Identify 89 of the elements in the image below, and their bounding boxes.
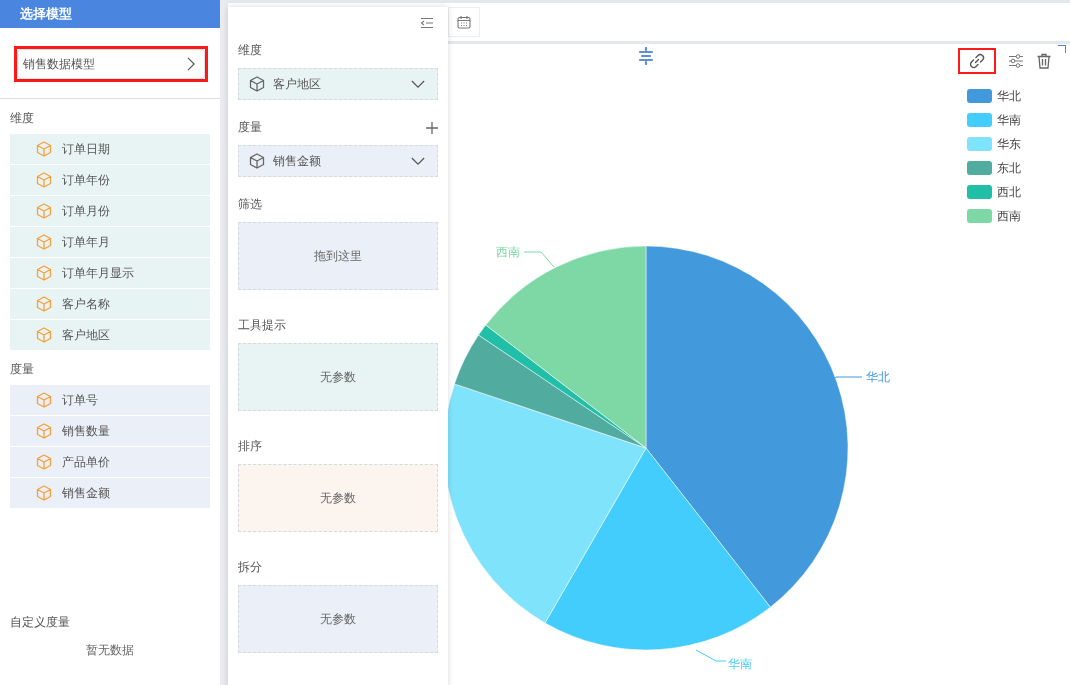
section-title: 排序 <box>238 438 262 455</box>
section-title: 维度 <box>9 110 35 127</box>
drop-zone[interactable]: 无参数 <box>238 585 438 653</box>
model-select-button[interactable]: 销售数据模型 <box>17 49 205 79</box>
dropdown-field[interactable]: 销售金额 <box>238 145 438 177</box>
field-name: 订单月份 <box>62 202 110 220</box>
link-icon <box>969 53 985 69</box>
field-item[interactable]: 客户地区 <box>10 320 210 350</box>
legend-item[interactable]: 东北 <box>967 159 1021 177</box>
field-item[interactable]: 销售金额 <box>10 478 210 508</box>
field-item[interactable]: 订单号 <box>10 385 210 415</box>
cube-icon <box>249 76 265 92</box>
cube-icon <box>36 454 52 470</box>
drop-zone[interactable]: 无参数 <box>238 343 438 411</box>
cube-icon <box>36 327 52 343</box>
legend-item[interactable]: 西北 <box>967 183 1021 201</box>
empty-text: 暂无数据 <box>85 642 135 659</box>
dropdown-field[interactable]: 客户地区 <box>238 68 438 100</box>
section-title: 工具提示 <box>238 317 286 334</box>
cube-icon <box>36 485 52 501</box>
collapse-icon[interactable] <box>420 17 434 29</box>
legend-item[interactable]: 华南 <box>967 111 1021 129</box>
leader-line <box>523 251 555 268</box>
field-name: 订单年份 <box>62 171 110 189</box>
section-title: 拆分 <box>238 559 262 576</box>
legend-label: 华东 <box>997 135 1021 153</box>
field-item[interactable]: 订单日期 <box>10 134 210 164</box>
field-item[interactable]: 订单月份 <box>10 196 210 226</box>
legend-label: 华南 <box>997 111 1021 129</box>
drag-handle-icon[interactable] <box>638 47 654 65</box>
drop-zone-text: 无参数 <box>320 489 356 507</box>
field-item[interactable]: 产品单价 <box>10 447 210 477</box>
calendar-button[interactable] <box>448 7 480 37</box>
cube-icon <box>36 234 52 250</box>
field-name: 销售金额 <box>62 484 110 502</box>
cube-icon <box>249 153 265 169</box>
cube-icon <box>36 172 52 188</box>
section-title: 筛选 <box>238 196 262 213</box>
drop-zone[interactable]: 拖到这里 <box>238 222 438 290</box>
link-button[interactable] <box>958 48 996 74</box>
add-icon[interactable] <box>426 121 438 134</box>
cube-icon <box>36 423 52 439</box>
field-item[interactable]: 订单年月显示 <box>10 258 210 288</box>
dropdown-value: 客户地区 <box>273 75 322 93</box>
drop-zone-text: 无参数 <box>320 368 356 386</box>
field-name: 客户名称 <box>62 295 110 313</box>
legend-label: 东北 <box>997 159 1021 177</box>
section-title: 维度 <box>238 42 262 59</box>
trash-icon[interactable] <box>1036 53 1052 69</box>
chevron-down-icon <box>411 79 425 89</box>
field-name: 销售数量 <box>62 422 110 440</box>
legend-label: 西北 <box>997 183 1021 201</box>
legend-item[interactable]: 西南 <box>967 207 1021 225</box>
drop-zone-text: 拖到这里 <box>314 247 362 265</box>
field-item[interactable]: 销售数量 <box>10 416 210 446</box>
field-name: 产品单价 <box>62 453 110 471</box>
slice-label: 华北 <box>866 370 890 384</box>
leader-line <box>695 649 727 662</box>
drop-zone[interactable]: 无参数 <box>238 464 438 532</box>
section-title: 自定义度量 <box>9 614 71 631</box>
legend-label: 西南 <box>997 207 1021 225</box>
legend-label: 华北 <box>997 87 1021 105</box>
legend-item[interactable]: 华北 <box>967 87 1021 105</box>
field-item[interactable]: 客户名称 <box>10 289 210 319</box>
dropdown-value: 销售金额 <box>273 152 322 170</box>
field-name: 订单年月 <box>62 233 110 251</box>
field-name: 订单年月显示 <box>62 264 134 282</box>
slice-label: 西南 <box>496 245 520 259</box>
drop-zone-text: 无参数 <box>320 610 356 628</box>
field-item[interactable]: 订单年份 <box>10 165 210 195</box>
section-title: 度量 <box>9 361 35 378</box>
field-name: 订单日期 <box>62 140 110 158</box>
selection-corner <box>1058 45 1066 53</box>
field-item[interactable]: 订单年月 <box>10 227 210 257</box>
settings-icon[interactable] <box>1008 53 1024 69</box>
slice-label: 华南 <box>728 657 752 671</box>
calendar-icon <box>457 15 471 29</box>
chevron-down-icon <box>411 156 425 166</box>
cube-icon <box>36 265 52 281</box>
cube-icon <box>36 203 52 219</box>
header-title: 选择模型 <box>20 5 72 23</box>
field-name: 客户地区 <box>62 326 110 344</box>
cube-icon <box>36 392 52 408</box>
section-title: 度量 <box>238 119 262 136</box>
legend-item[interactable]: 华东 <box>967 135 1021 153</box>
cube-icon <box>36 296 52 312</box>
cube-icon <box>36 141 52 157</box>
chevron-right-icon <box>187 57 196 71</box>
field-name: 订单号 <box>62 391 98 409</box>
